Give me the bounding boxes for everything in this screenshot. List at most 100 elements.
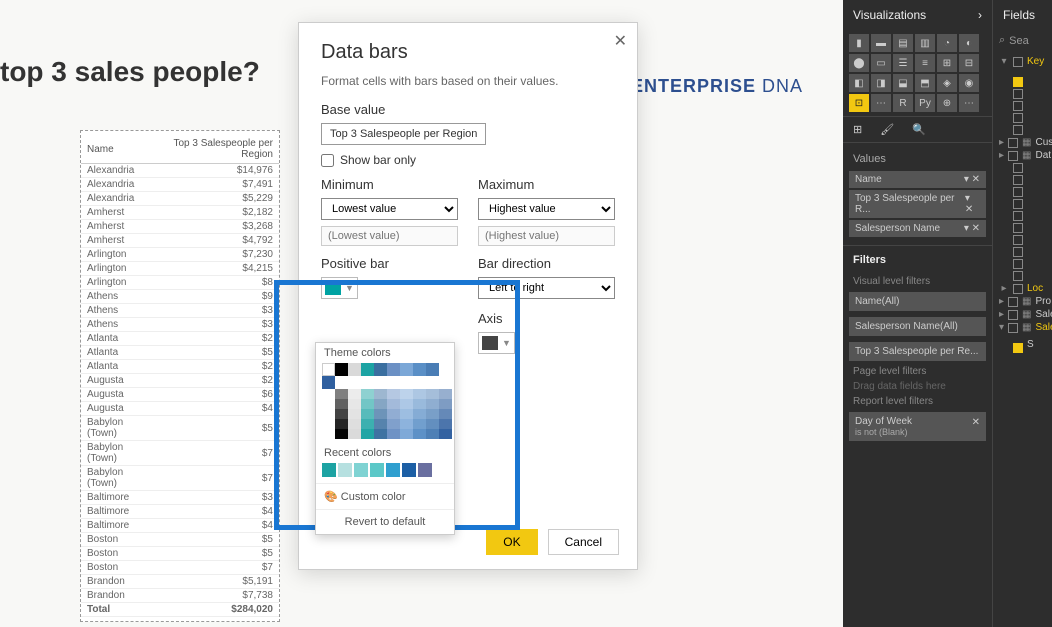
field-item[interactable] — [995, 210, 1050, 222]
table-visual[interactable]: Name Top 3 Salespeople per Region Alexan… — [80, 130, 280, 622]
color-swatch[interactable] — [374, 389, 387, 399]
color-swatch[interactable] — [413, 429, 426, 439]
color-swatch[interactable] — [322, 376, 335, 389]
color-swatch[interactable] — [338, 463, 352, 477]
table-row[interactable]: Alexandria$14,976 — [81, 164, 279, 178]
filter-salesperson[interactable]: Salesperson Name(All) — [849, 317, 986, 336]
color-swatch[interactable] — [418, 463, 432, 477]
table-row[interactable]: Boston$7 — [81, 561, 279, 575]
field-item[interactable]: ▸▦Dat — [995, 149, 1050, 162]
color-swatch[interactable] — [322, 463, 336, 477]
color-swatch[interactable] — [335, 363, 348, 376]
color-swatch[interactable] — [322, 399, 335, 409]
field-item[interactable]: ▸Loc — [995, 282, 1050, 295]
viz-type-icon[interactable]: ⊡ — [849, 94, 869, 112]
chevron-right-icon[interactable]: › — [978, 8, 982, 22]
chevron-down-icon[interactable]: ▾ ✕ — [964, 223, 980, 234]
viz-type-icon[interactable]: ▬ — [871, 34, 891, 52]
color-swatch[interactable] — [361, 419, 374, 429]
table-row[interactable]: Arlington$7,230 — [81, 248, 279, 262]
axis-color-button[interactable]: ▼ — [478, 332, 515, 354]
chevron-down-icon[interactable]: ▾ ✕ — [965, 193, 980, 215]
field-checkbox[interactable] — [1013, 57, 1023, 67]
color-swatch[interactable] — [348, 363, 361, 376]
viz-type-icon[interactable]: ⬒ — [915, 74, 935, 92]
viz-type-icon[interactable]: ▥ — [915, 34, 935, 52]
field-checkbox[interactable] — [1013, 125, 1023, 135]
color-swatch[interactable] — [439, 429, 452, 439]
color-swatch[interactable] — [322, 363, 335, 376]
table-row[interactable]: Arlington$4,215 — [81, 262, 279, 276]
field-item[interactable]: ▸▦Sale — [995, 308, 1050, 321]
value-pill[interactable]: Top 3 Salespeople per R...▾ ✕ — [849, 190, 986, 218]
color-swatch[interactable] — [354, 463, 368, 477]
color-swatch[interactable] — [439, 409, 452, 419]
field-item[interactable] — [995, 270, 1050, 282]
table-row[interactable]: Augusta$6 — [81, 388, 279, 402]
color-swatch[interactable] — [374, 429, 387, 439]
table-row[interactable]: Athens$3 — [81, 304, 279, 318]
table-row[interactable]: Alexandria$5,229 — [81, 192, 279, 206]
ok-button[interactable]: OK — [486, 529, 537, 555]
maximum-input[interactable] — [478, 226, 615, 246]
field-item[interactable] — [995, 88, 1050, 100]
color-swatch[interactable] — [322, 429, 335, 439]
color-swatch[interactable] — [322, 389, 335, 399]
table-row[interactable]: Alexandria$7,491 — [81, 178, 279, 192]
field-item[interactable]: ▾Key — [995, 55, 1050, 68]
chevron-down-icon[interactable]: ▾ ✕ — [964, 174, 980, 185]
field-checkbox[interactable] — [1013, 199, 1023, 209]
format-tab-icon[interactable]: 🖌 — [880, 123, 894, 136]
field-checkbox[interactable] — [1013, 113, 1023, 123]
color-swatch[interactable] — [439, 419, 452, 429]
color-swatch[interactable] — [370, 463, 384, 477]
color-swatch[interactable] — [348, 419, 361, 429]
value-pill[interactable]: Name▾ ✕ — [849, 171, 986, 188]
field-checkbox[interactable] — [1008, 310, 1018, 320]
color-swatch[interactable] — [387, 399, 400, 409]
field-item[interactable] — [995, 234, 1050, 246]
field-checkbox[interactable] — [1008, 323, 1018, 333]
table-row[interactable]: Baltimore$4 — [81, 519, 279, 533]
viz-type-icon[interactable]: ◔ — [937, 34, 957, 52]
color-swatch[interactable] — [413, 409, 426, 419]
field-checkbox[interactable] — [1013, 101, 1023, 111]
color-swatch[interactable] — [361, 399, 374, 409]
color-swatch[interactable] — [348, 389, 361, 399]
field-item[interactable] — [995, 246, 1050, 258]
viz-gallery[interactable]: ▮▬▤▥◔◐⬤▭☰≡⊞⊟◧◨⬓⬒◈◉⊡⋯RPy⊕⋯ — [843, 30, 992, 116]
viz-type-icon[interactable]: ⊕ — [937, 94, 957, 112]
color-swatch[interactable] — [348, 399, 361, 409]
table-row[interactable]: Boston$5 — [81, 533, 279, 547]
fields-tab-icon[interactable]: ⊞ — [853, 123, 862, 136]
color-swatch[interactable] — [387, 419, 400, 429]
field-checkbox[interactable] — [1013, 77, 1023, 87]
field-item[interactable]: ▸▦Cus — [995, 136, 1050, 149]
table-row[interactable]: Atlanta$2 — [81, 360, 279, 374]
color-swatch[interactable] — [413, 399, 426, 409]
color-swatch[interactable] — [322, 419, 335, 429]
revert-default-button[interactable]: Revert to default — [316, 509, 454, 534]
viz-type-icon[interactable]: ▤ — [893, 34, 913, 52]
table-row[interactable]: Athens$3 — [81, 318, 279, 332]
color-swatch[interactable] — [426, 409, 439, 419]
minimum-dropdown[interactable]: Lowest value — [321, 198, 458, 220]
viz-type-icon[interactable]: ⊞ — [937, 54, 957, 72]
field-checkbox[interactable] — [1013, 259, 1023, 269]
color-swatch[interactable] — [348, 409, 361, 419]
viz-type-icon[interactable]: R — [893, 94, 913, 112]
color-swatch[interactable] — [335, 419, 348, 429]
color-swatch[interactable] — [402, 463, 416, 477]
cancel-button[interactable]: Cancel — [548, 529, 619, 555]
field-item[interactable] — [995, 68, 1050, 88]
viz-type-icon[interactable]: ⋯ — [959, 94, 979, 112]
table-row[interactable]: Brandon$7,738 — [81, 589, 279, 603]
table-row[interactable]: Babylon (Town)$7 — [81, 441, 279, 466]
fields-search[interactable]: ⌕ Sea — [993, 30, 1052, 51]
color-swatch[interactable] — [335, 399, 348, 409]
table-row[interactable]: Baltimore$3 — [81, 491, 279, 505]
field-checkbox[interactable] — [1013, 235, 1023, 245]
field-item[interactable] — [995, 258, 1050, 270]
field-checkbox[interactable] — [1008, 297, 1018, 307]
analytics-tab-icon[interactable]: 🔍 — [912, 123, 926, 136]
